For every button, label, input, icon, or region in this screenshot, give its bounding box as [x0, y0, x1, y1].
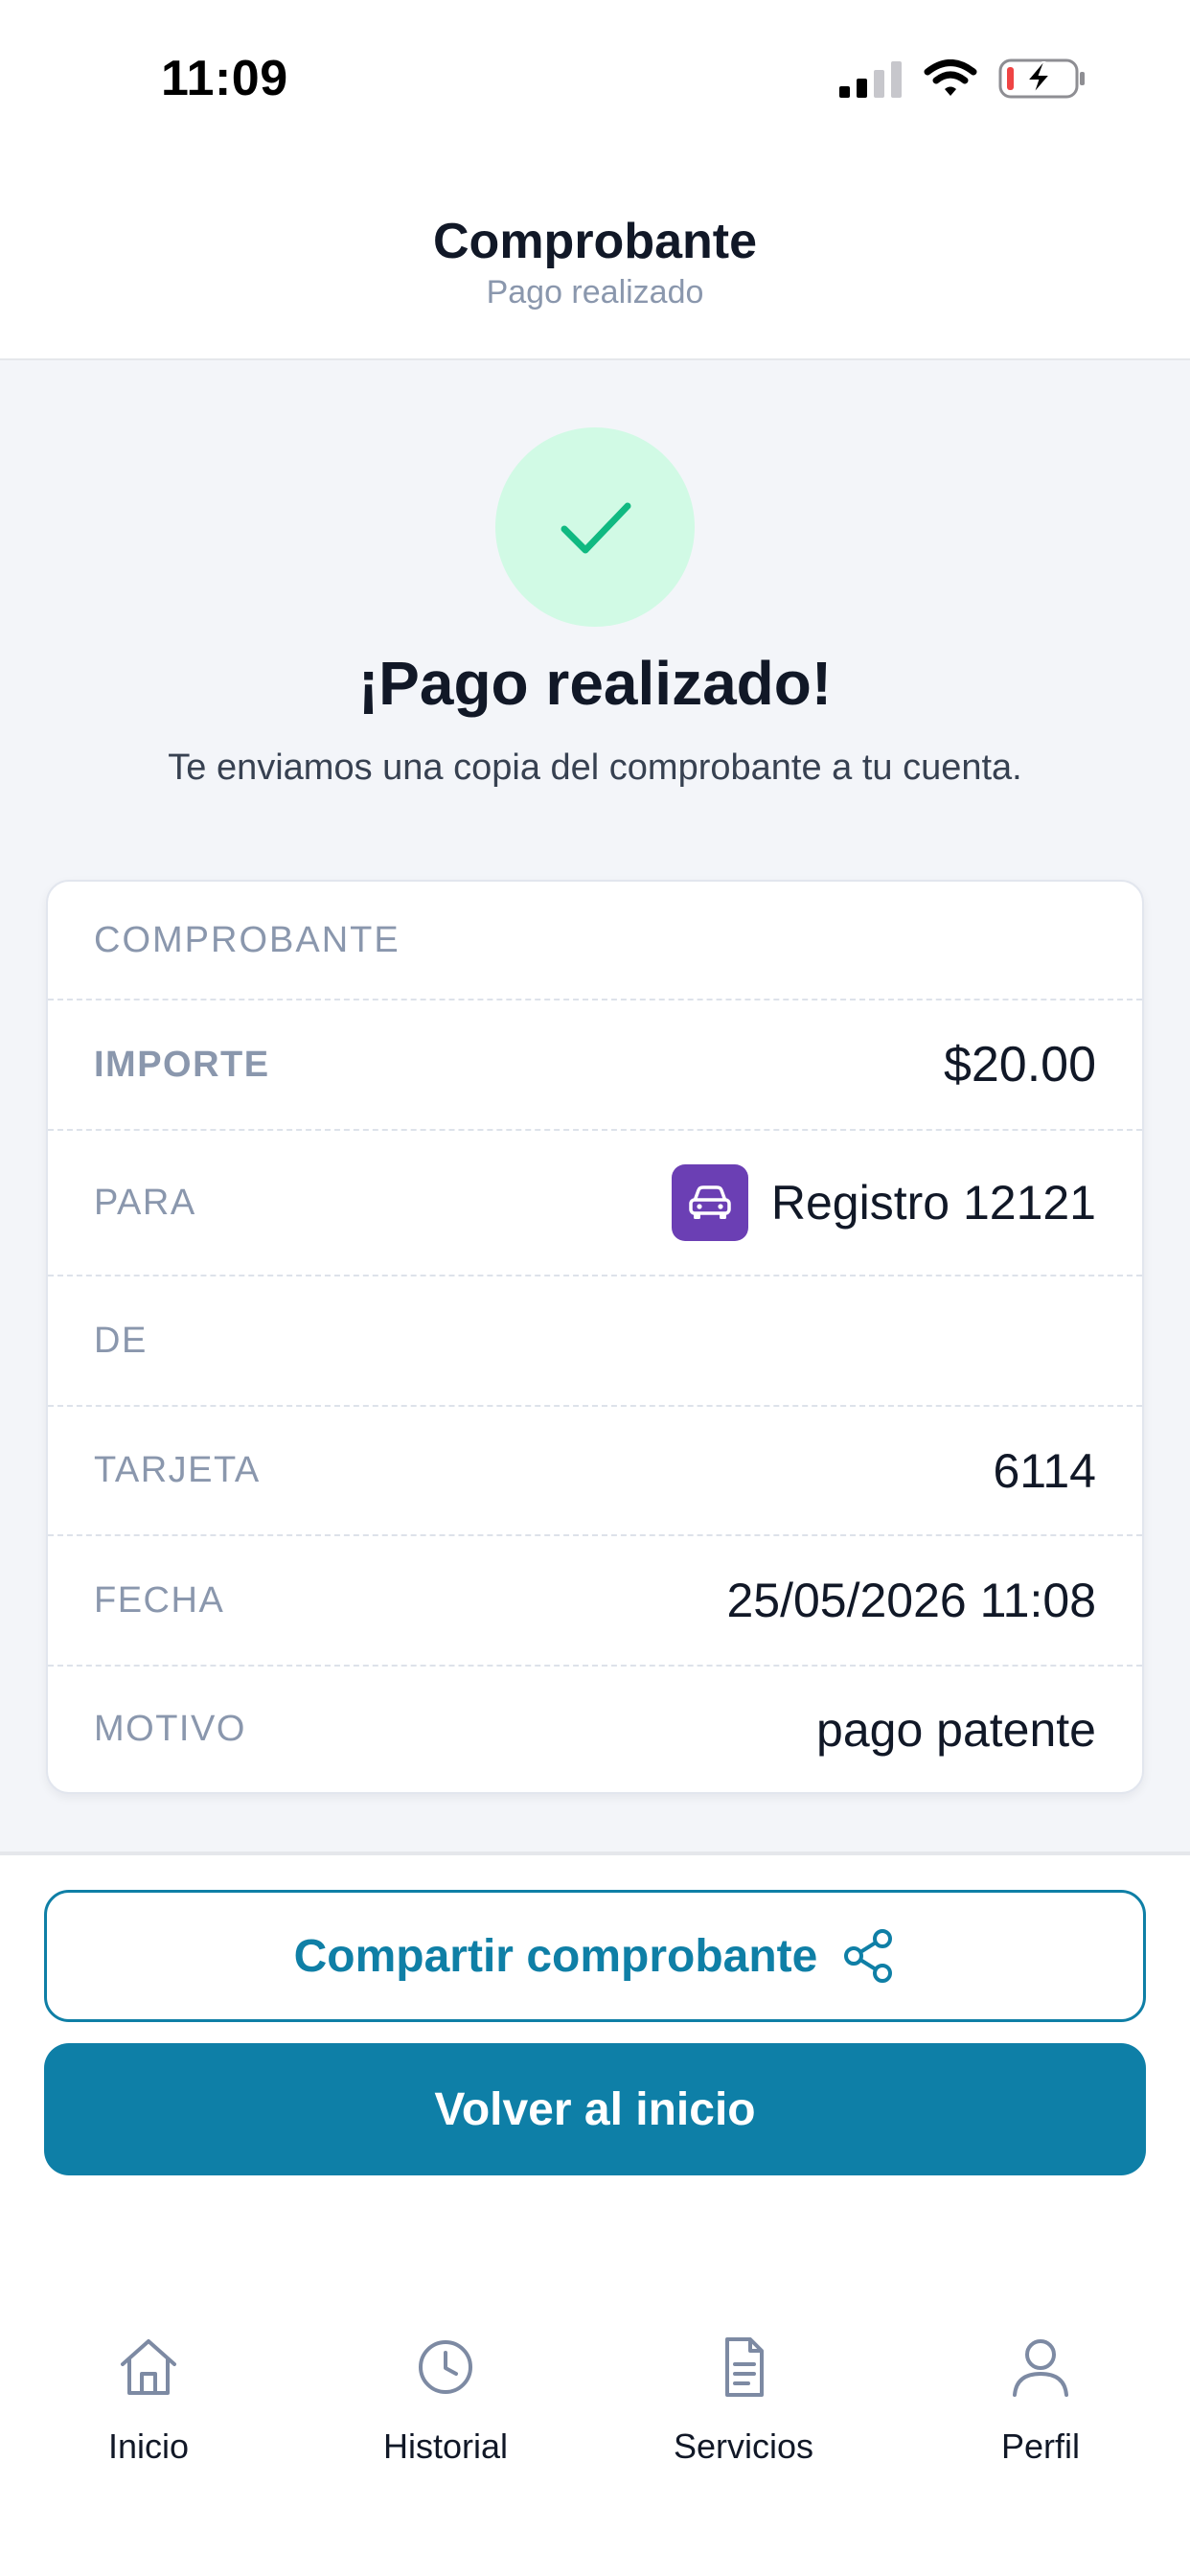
row-label: MOTIVO	[94, 1709, 246, 1749]
divider	[0, 1852, 1190, 1855]
amount-value: $20.00	[943, 1037, 1096, 1092]
receipt-card: COMPROBANTE IMPORTE $20.00 PARA Registro…	[46, 880, 1144, 1794]
nav-label: Perfil	[1000, 2426, 1081, 2466]
receipt-row-importe: IMPORTE $20.00	[48, 1000, 1142, 1131]
receipt-row-de: DE	[48, 1276, 1142, 1407]
status-bar: 11:09	[0, 0, 1190, 163]
header: Comprobante Pago realizado	[0, 163, 1190, 360]
back-to-home-button[interactable]: Volver al inicio	[44, 2043, 1146, 2175]
share-receipt-button[interactable]: Compartir comprobante	[44, 1890, 1146, 2022]
page-title: Comprobante	[433, 214, 757, 269]
receipt-row-motivo: MOTIVO pago patente	[48, 1667, 1142, 1792]
wifi-icon	[924, 59, 977, 96]
nav-item-historial[interactable]: Historial	[331, 2329, 561, 2467]
receipt-row-fecha: FECHA 25/05/2026 11:08	[48, 1536, 1142, 1667]
row-label: TARJETA	[94, 1450, 261, 1490]
nav-label: Inicio	[107, 2426, 190, 2466]
status-time: 11:09	[161, 51, 288, 106]
success-description: Te enviamos una copia del comprobante a …	[168, 748, 1022, 788]
row-label: PARA	[94, 1182, 196, 1223]
receipt-row-tarjeta: TARJETA 6114	[48, 1407, 1142, 1536]
receipt-row-para: PARA Registro 12121	[48, 1131, 1142, 1276]
document-icon	[725, 2337, 764, 2397]
date-value: 25/05/2026 11:08	[726, 1574, 1096, 1627]
receipt-heading: COMPROBANTE	[48, 882, 1142, 1000]
row-label: FECHA	[94, 1579, 225, 1621]
nav-item-perfil[interactable]: Perfil	[926, 2329, 1156, 2467]
status-icons	[839, 58, 1087, 100]
bottom-nav: Inicio Historial Servicios Perfil	[0, 2300, 1190, 2576]
clock-icon	[419, 2340, 472, 2394]
home-icon	[121, 2339, 176, 2395]
car-icon	[671, 1164, 748, 1241]
card-value: 6114	[993, 1443, 1096, 1498]
user-icon	[1013, 2339, 1068, 2397]
nav-item-inicio[interactable]: Inicio	[34, 2329, 263, 2467]
nav-label: Servicios	[673, 2426, 814, 2466]
reason-value: pago patente	[816, 1702, 1096, 1757]
share-button-label: Compartir comprobante	[293, 1930, 818, 1982]
battery-charging-icon	[998, 58, 1085, 99]
share-icon	[844, 1929, 893, 1983]
recipient: Registro 12121	[671, 1164, 1096, 1241]
main-content: ¡Pago realizado! Te enviamos una copia d…	[0, 360, 1190, 1855]
nav-item-servicios[interactable]: Servicios	[629, 2329, 858, 2467]
row-label: DE	[94, 1320, 148, 1361]
home-button-label: Volver al inicio	[434, 2083, 756, 2135]
success-badge	[495, 427, 695, 627]
page-subtitle: Pago realizado	[486, 274, 704, 310]
cellular-signal-icon	[839, 61, 902, 98]
recipient-name: Registro 12121	[770, 1176, 1096, 1230]
success-title: ¡Pago realizado!	[357, 649, 833, 718]
nav-label: Historial	[382, 2426, 509, 2466]
row-label: IMPORTE	[94, 1044, 270, 1085]
checkmark-icon	[561, 502, 631, 554]
